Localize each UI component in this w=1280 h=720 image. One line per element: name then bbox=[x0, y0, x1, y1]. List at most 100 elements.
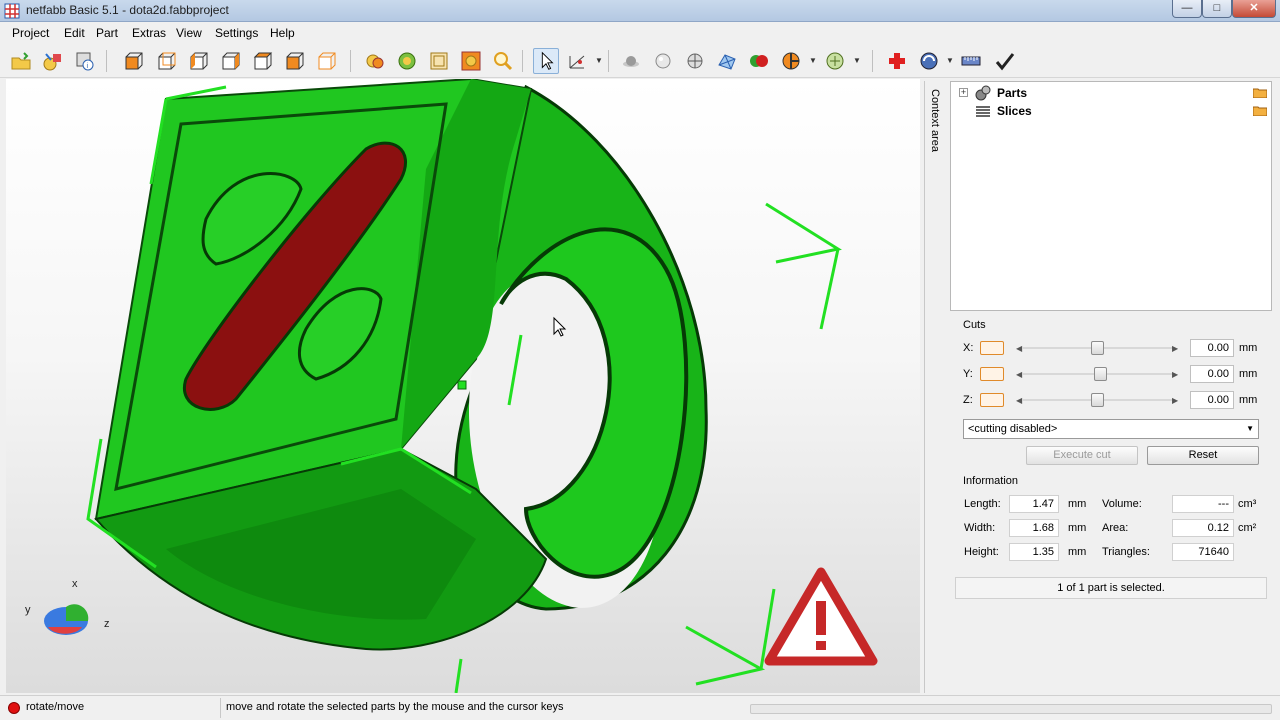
width-label: Width: bbox=[964, 522, 996, 534]
cut-x-toggle[interactable] bbox=[980, 341, 1004, 355]
parts-icon bbox=[975, 85, 991, 101]
part-info-icon[interactable]: i bbox=[74, 50, 96, 72]
select-pointer-icon[interactable] bbox=[533, 48, 559, 74]
netfabb-app-icon bbox=[4, 3, 20, 19]
zoom-fit-icon[interactable] bbox=[460, 50, 482, 72]
repair-tree-dropdown-arrow[interactable]: ▼ bbox=[853, 56, 861, 65]
view-bottom-icon[interactable] bbox=[283, 50, 305, 72]
toolbar-separator bbox=[608, 50, 609, 72]
tree-label-slices: Slices bbox=[997, 104, 1032, 118]
menu-part[interactable]: Part bbox=[96, 26, 118, 40]
axes-gizmo: x y z bbox=[25, 578, 110, 635]
length-unit: mm bbox=[1068, 498, 1087, 510]
menu-help[interactable]: Help bbox=[270, 26, 295, 40]
cuts-title: Cuts bbox=[963, 319, 986, 331]
menu-view[interactable]: View bbox=[176, 26, 202, 40]
add-part-icon[interactable] bbox=[42, 50, 64, 72]
repair-tree-icon[interactable] bbox=[824, 50, 846, 72]
cut-z-slider-thumb[interactable] bbox=[1091, 393, 1104, 407]
execute-cut-button[interactable]: Execute cut bbox=[1026, 446, 1138, 465]
apply-check-icon[interactable] bbox=[994, 50, 1016, 72]
cut-mode-select[interactable]: <cutting disabled> ▼ bbox=[963, 419, 1259, 439]
section-icon[interactable] bbox=[780, 50, 802, 72]
height-unit: mm bbox=[1068, 546, 1087, 558]
colors-icon[interactable] bbox=[748, 50, 770, 72]
menu-project[interactable]: Project bbox=[12, 26, 49, 40]
maximize-button[interactable]: □ bbox=[1202, 0, 1232, 18]
status-mode: rotate/move bbox=[26, 701, 85, 713]
cut-y-unit: mm bbox=[1239, 368, 1258, 380]
status-separator bbox=[220, 698, 221, 718]
toolbar-separator bbox=[106, 50, 107, 72]
slider-right-arrow[interactable]: ▶ bbox=[1172, 370, 1178, 379]
folder-open-icon[interactable] bbox=[1253, 87, 1267, 98]
reset-button[interactable]: Reset bbox=[1147, 446, 1259, 465]
mesh-icon[interactable] bbox=[716, 50, 738, 72]
view-iso-icon[interactable] bbox=[315, 50, 337, 72]
cut-x-slider-thumb[interactable] bbox=[1091, 341, 1104, 355]
selection-status: 1 of 1 part is selected. bbox=[955, 577, 1267, 599]
view-top-icon[interactable] bbox=[251, 50, 273, 72]
analysis-icon[interactable] bbox=[918, 50, 940, 72]
context-area-tab[interactable]: Context area bbox=[924, 81, 946, 693]
cut-y-slider-thumb[interactable] bbox=[1094, 367, 1107, 381]
menu-bar: Project Edit Part Extras View Settings H… bbox=[0, 23, 1280, 44]
menu-extras[interactable]: Extras bbox=[132, 26, 166, 40]
3d-viewport[interactable]: x y z bbox=[6, 79, 920, 693]
tree-item-slices[interactable]: Slices bbox=[959, 102, 1269, 120]
zoom-box-icon[interactable] bbox=[428, 50, 450, 72]
triangles-value: 71640 bbox=[1172, 543, 1234, 561]
sphere-shading-icon[interactable] bbox=[620, 50, 642, 72]
cut-z-toggle[interactable] bbox=[980, 393, 1004, 407]
cut-y-field[interactable]: 0.00 bbox=[1190, 365, 1234, 383]
cut-z-unit: mm bbox=[1239, 394, 1258, 406]
mode-indicator-icon bbox=[8, 702, 20, 714]
analysis-dropdown-arrow[interactable]: ▼ bbox=[946, 56, 954, 65]
volume-label: Volume: bbox=[1102, 498, 1142, 510]
warning-icon[interactable] bbox=[764, 567, 878, 666]
length-label: Length: bbox=[964, 498, 1001, 510]
menu-edit[interactable]: Edit bbox=[64, 26, 85, 40]
open-project-icon[interactable] bbox=[10, 50, 32, 72]
repair-cross-icon[interactable] bbox=[886, 50, 908, 72]
viewport-canvas[interactable]: x y z bbox=[6, 79, 920, 693]
slices-icon bbox=[976, 106, 990, 117]
section-dropdown-arrow[interactable]: ▼ bbox=[809, 56, 817, 65]
view-left-icon[interactable] bbox=[187, 50, 209, 72]
width-unit: mm bbox=[1068, 522, 1087, 534]
area-unit: cm² bbox=[1238, 522, 1257, 534]
view-front-icon[interactable] bbox=[122, 50, 144, 72]
triangles-label: Triangles: bbox=[1102, 546, 1150, 558]
measure-icon[interactable] bbox=[566, 50, 588, 72]
cut-y-toggle[interactable] bbox=[980, 367, 1004, 381]
height-value: 1.35 bbox=[1009, 543, 1059, 561]
tree-item-parts[interactable]: + Parts bbox=[959, 84, 1269, 102]
minimize-button[interactable]: — bbox=[1172, 0, 1202, 18]
expand-icon[interactable]: + bbox=[959, 88, 968, 97]
zoom-icon[interactable] bbox=[492, 50, 514, 72]
view-right-icon[interactable] bbox=[219, 50, 241, 72]
ruler-icon[interactable] bbox=[960, 50, 982, 72]
volume-unit: cm³ bbox=[1238, 498, 1257, 510]
view-back-icon[interactable] bbox=[155, 50, 177, 72]
cut-z-field[interactable]: 0.00 bbox=[1190, 391, 1234, 409]
sphere-smooth-icon[interactable] bbox=[652, 50, 674, 72]
close-button[interactable]: ✕ bbox=[1232, 0, 1276, 18]
measure-dropdown-arrow[interactable]: ▼ bbox=[595, 56, 603, 65]
width-value: 1.68 bbox=[1009, 519, 1059, 537]
area-value: 0.12 bbox=[1172, 519, 1234, 537]
length-value: 1.47 bbox=[1009, 495, 1059, 513]
cut-z-label: Z: bbox=[963, 394, 973, 406]
zoom-all-icon[interactable] bbox=[396, 50, 418, 72]
slider-right-arrow[interactable]: ▶ bbox=[1172, 344, 1178, 353]
slider-right-arrow[interactable]: ▶ bbox=[1172, 396, 1178, 405]
sphere-points-icon[interactable] bbox=[684, 50, 706, 72]
height-label: Height: bbox=[964, 546, 999, 558]
status-scrollbar[interactable] bbox=[750, 704, 1272, 714]
zoom-selection-icon[interactable] bbox=[364, 50, 386, 72]
pivot-handle[interactable] bbox=[457, 380, 467, 390]
close-icon: ✕ bbox=[1249, 2, 1259, 14]
menu-settings[interactable]: Settings bbox=[215, 26, 258, 40]
cut-x-field[interactable]: 0.00 bbox=[1190, 339, 1234, 357]
folder-open-icon[interactable] bbox=[1253, 105, 1267, 116]
